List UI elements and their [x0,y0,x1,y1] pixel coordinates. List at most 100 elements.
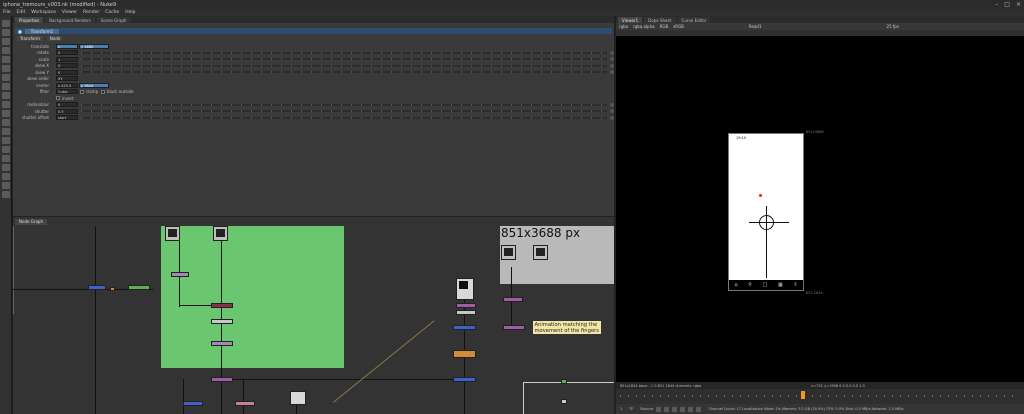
menu-render[interactable]: Render [83,10,99,15]
3d-icon[interactable] [2,101,10,108]
knob-value-field[interactable]: 0 [56,69,78,75]
node[interactable] [211,303,233,308]
transform-icon[interactable] [2,92,10,99]
read-node[interactable] [456,278,474,300]
tab-curve-editor[interactable]: Curve Editor [677,17,711,23]
metadata-icon[interactable] [2,119,10,126]
alpha-select[interactable]: rgba.alpha [633,24,654,29]
node[interactable] [456,310,476,315]
furnace-icon[interactable] [2,146,10,153]
subtab-node[interactable]: Node [46,36,64,41]
node[interactable] [110,287,115,291]
last-frame-icon[interactable] [696,406,702,412]
knob-value-field[interactable]: 0.5 [56,108,78,114]
tab-properties[interactable]: Properties [15,17,44,23]
time-icon[interactable] [2,38,10,45]
play-icon[interactable] [680,406,686,412]
read-node[interactable] [533,245,548,260]
knob-value-field[interactable]: 0 [56,102,78,107]
views-icon[interactable] [2,110,10,117]
node[interactable] [88,285,106,290]
display-select[interactable]: RGB [660,24,669,29]
tab-background-renders[interactable]: Background Renders [45,17,95,23]
subtab-transform[interactable]: Transform [17,36,43,41]
node[interactable] [453,325,476,330]
timeline[interactable] [616,389,1024,404]
ofx-icon[interactable] [2,155,10,162]
backdrop-green[interactable] [161,226,344,368]
knob-slider[interactable] [81,58,607,60]
knob-slider[interactable] [81,116,607,119]
checkbox[interactable] [101,89,105,94]
channel-icon[interactable] [2,47,10,54]
node-name-field[interactable]: Transform1 [24,28,60,34]
checkbox[interactable] [56,96,60,100]
lut-select[interactable]: sRGB [673,24,684,29]
node[interactable] [128,285,150,290]
read-node[interactable] [165,226,180,241]
checkbox[interactable] [80,89,84,94]
animation-icon[interactable] [610,63,614,68]
menu-help[interactable]: Help [125,10,135,15]
menu-viewer[interactable]: Viewer [62,10,77,15]
read-node[interactable] [213,226,228,241]
tab-scene-graph[interactable]: Scene Graph [96,17,131,23]
knob-value-field[interactable]: XY [56,76,78,81]
node[interactable] [211,319,233,324]
knob-value-field[interactable]: start [56,115,78,120]
other-icon[interactable] [2,137,10,144]
sticky-note[interactable]: Animation matching the movement of the f… [533,321,601,334]
knob-value-field[interactable]: 0 [56,50,78,55]
read-node[interactable] [501,245,516,260]
color-icon[interactable] [2,56,10,63]
knob-value-field[interactable]: 0 [56,63,78,68]
animation-icon[interactable] [610,70,614,74]
node[interactable] [456,303,476,308]
close-icon[interactable]: × [1016,1,1021,8]
deep-icon[interactable] [2,173,10,180]
node[interactable] [211,341,233,346]
node[interactable] [561,379,567,384]
menu-cache[interactable]: Cache [105,10,119,15]
backdrop-gray[interactable]: 851x3688 px [500,226,614,284]
node[interactable] [561,399,567,404]
node[interactable] [453,377,476,382]
toolsets-icon[interactable] [2,128,10,135]
knob-slider[interactable] [81,71,607,73]
animation-icon[interactable] [610,109,614,113]
prev-frame-icon[interactable] [664,406,670,412]
menu-file[interactable]: File [3,10,11,15]
node[interactable] [211,377,233,382]
knob-slider[interactable] [81,51,607,54]
filter-icon[interactable] [2,65,10,72]
image-icon[interactable] [2,20,10,27]
knob-slider[interactable] [81,110,607,112]
settings-icon[interactable] [2,191,10,198]
node[interactable] [171,272,189,277]
play-backward-icon[interactable] [672,406,678,412]
menu-edit[interactable]: Edit [17,10,26,15]
playback-mode[interactable]: Bounce [640,407,653,411]
next-frame-icon[interactable] [688,406,694,412]
knob-value-field[interactable]: 1 [56,56,78,62]
node[interactable] [503,297,523,302]
particles-icon[interactable] [2,164,10,171]
read-node[interactable] [290,391,306,405]
knob-slider[interactable] [81,103,607,106]
knob-slider[interactable] [81,64,607,67]
node[interactable] [453,350,476,358]
first-frame-icon[interactable] [656,406,662,412]
input-select[interactable]: Read1 [749,24,762,29]
tab-dope-sheet[interactable]: Dope Sheet [644,17,676,23]
tab-viewer1[interactable]: Viewer1 [618,17,643,23]
minimize-icon[interactable]: – [995,1,998,8]
node[interactable] [183,401,203,406]
merge-icon[interactable] [2,83,10,90]
maximize-icon[interactable]: □ [1004,1,1010,8]
crosshair-circle[interactable] [759,215,774,230]
playhead[interactable] [801,391,805,399]
animation-icon[interactable] [610,57,614,61]
knob-value-field[interactable]: x 425.5 [56,82,78,88]
animation-icon[interactable] [610,50,614,55]
animation-icon[interactable] [610,115,614,120]
